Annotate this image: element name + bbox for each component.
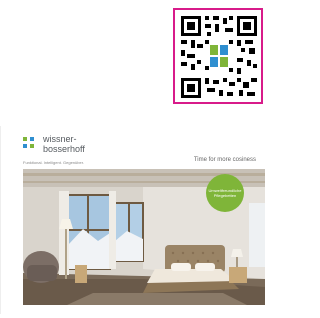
- brand-tagline: Funktional. Intelligent. Gegenüber.: [23, 160, 84, 165]
- brand-name: wissner- bosserhoff: [43, 134, 85, 154]
- eco-badge: Umweltfreundliche Pflegebetten: [206, 174, 244, 212]
- page: wissner- bosserhoff Funktional. Intellig…: [0, 0, 265, 318]
- brand-logo-icon: [23, 137, 34, 148]
- brand-block: wissner- bosserhoff Funktional. Intellig…: [23, 134, 143, 174]
- cover-slogan: Time for more cosiness: [193, 157, 256, 163]
- qr-code-frame[interactable]: [173, 8, 263, 104]
- wissner-bosserhoff-logo-icon: [209, 44, 229, 68]
- qr-code-icon: [179, 14, 259, 100]
- brochure-cover[interactable]: wissner- bosserhoff Funktional. Intellig…: [0, 126, 265, 314]
